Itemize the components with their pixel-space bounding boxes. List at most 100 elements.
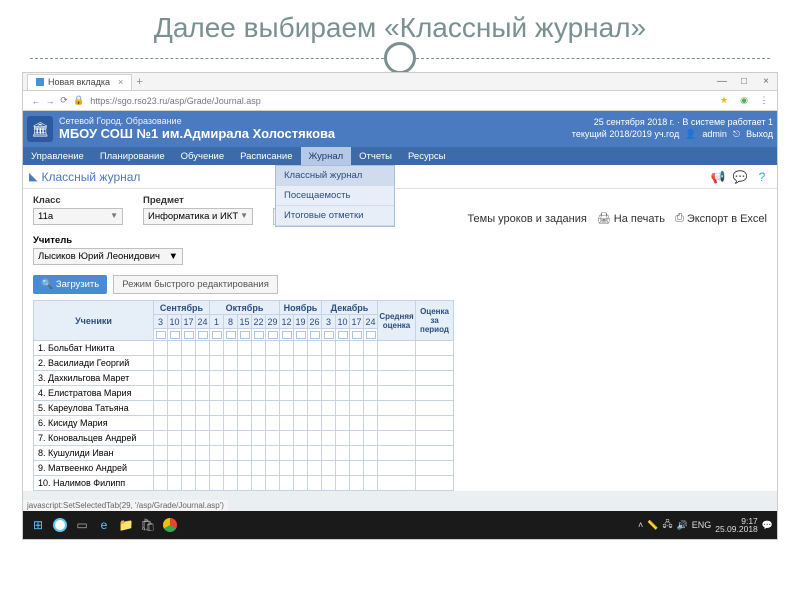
dropdown-final-marks[interactable]: Итоговые отметки	[276, 206, 394, 226]
export-excel-button[interactable]: ⎙Экспорт в Excel	[675, 212, 767, 225]
language-indicator[interactable]: ENG	[692, 520, 712, 530]
grade-cell[interactable]	[224, 401, 238, 416]
messages-icon[interactable]: 💬	[731, 169, 749, 185]
grade-cell[interactable]	[350, 431, 364, 446]
grade-cell[interactable]	[182, 341, 196, 356]
grade-cell[interactable]	[196, 371, 210, 386]
day-header[interactable]: 22	[252, 315, 266, 329]
grade-cell[interactable]	[336, 446, 350, 461]
day-checkbox[interactable]	[280, 329, 294, 341]
grade-cell[interactable]	[210, 341, 224, 356]
grade-cell[interactable]	[182, 431, 196, 446]
grade-cell[interactable]	[350, 356, 364, 371]
explorer-icon[interactable]: 📁	[115, 514, 137, 536]
grade-cell[interactable]	[252, 461, 266, 476]
grade-cell[interactable]	[196, 401, 210, 416]
grade-cell[interactable]	[322, 431, 336, 446]
exit-link[interactable]: Выход	[746, 129, 773, 141]
grade-cell[interactable]	[322, 356, 336, 371]
grade-cell[interactable]	[196, 461, 210, 476]
student-name[interactable]: 4. Елистратова Мария	[34, 386, 154, 401]
grade-cell[interactable]	[168, 461, 182, 476]
grade-cell[interactable]	[182, 476, 196, 491]
grade-cell[interactable]	[308, 461, 322, 476]
nav-item-planning[interactable]: Планирование	[92, 147, 173, 165]
tray-network-icon[interactable]: 🖧	[662, 517, 672, 533]
day-checkbox[interactable]	[210, 329, 224, 341]
grade-cell[interactable]	[182, 371, 196, 386]
tray-ruler-icon[interactable]: 📏	[647, 520, 658, 531]
grade-cell[interactable]	[336, 416, 350, 431]
grade-cell[interactable]	[210, 356, 224, 371]
grade-cell[interactable]	[266, 356, 280, 371]
grade-cell[interactable]	[252, 386, 266, 401]
grade-cell[interactable]	[266, 476, 280, 491]
day-header[interactable]: 17	[350, 315, 364, 329]
grade-cell[interactable]	[238, 386, 252, 401]
grade-cell[interactable]	[168, 371, 182, 386]
day-checkbox[interactable]	[294, 329, 308, 341]
close-tab-icon[interactable]: ×	[118, 77, 123, 87]
teacher-select[interactable]: Лысиков Юрий Леонидович▼	[33, 248, 183, 265]
grade-cell[interactable]	[154, 476, 168, 491]
student-name[interactable]: 5. Кареулова Татьяна	[34, 401, 154, 416]
grade-cell[interactable]	[364, 431, 378, 446]
grade-cell[interactable]	[266, 341, 280, 356]
day-header[interactable]: 10	[168, 315, 182, 329]
day-header[interactable]: 17	[182, 315, 196, 329]
grade-cell[interactable]	[308, 386, 322, 401]
grade-cell[interactable]	[308, 371, 322, 386]
grade-cell[interactable]	[336, 371, 350, 386]
grade-cell[interactable]	[196, 446, 210, 461]
grade-cell[interactable]	[196, 341, 210, 356]
day-checkbox[interactable]	[350, 329, 364, 341]
grade-cell[interactable]	[336, 341, 350, 356]
grade-cell[interactable]	[322, 416, 336, 431]
grade-cell[interactable]	[224, 446, 238, 461]
subject-select[interactable]: Информатика и ИКТ▼	[143, 208, 253, 225]
grade-cell[interactable]	[280, 461, 294, 476]
grade-cell[interactable]	[238, 446, 252, 461]
grade-cell[interactable]	[280, 401, 294, 416]
day-checkbox[interactable]	[238, 329, 252, 341]
grade-cell[interactable]	[252, 446, 266, 461]
class-select[interactable]: 11а▼	[33, 208, 123, 225]
day-header[interactable]: 24	[196, 315, 210, 329]
grade-cell[interactable]	[238, 401, 252, 416]
tray-sound-icon[interactable]: 🔊	[677, 520, 688, 531]
maximize-button[interactable]: □	[733, 76, 755, 87]
nav-item-management[interactable]: Управление	[23, 147, 92, 165]
grade-cell[interactable]	[224, 461, 238, 476]
grade-cell[interactable]	[294, 341, 308, 356]
star-icon[interactable]: ★	[717, 95, 731, 106]
forward-icon[interactable]: →	[43, 96, 57, 106]
grade-cell[interactable]	[336, 476, 350, 491]
grade-cell[interactable]	[294, 371, 308, 386]
grade-cell[interactable]	[238, 416, 252, 431]
grade-cell[interactable]	[266, 461, 280, 476]
grade-cell[interactable]	[336, 431, 350, 446]
grade-cell[interactable]	[238, 371, 252, 386]
grade-cell[interactable]	[238, 476, 252, 491]
grade-cell[interactable]	[154, 386, 168, 401]
grade-cell[interactable]	[280, 446, 294, 461]
day-header[interactable]: 1	[210, 315, 224, 329]
grade-cell[interactable]	[350, 401, 364, 416]
grade-cell[interactable]	[154, 341, 168, 356]
grade-cell[interactable]	[182, 386, 196, 401]
grade-cell[interactable]	[154, 416, 168, 431]
grade-cell[interactable]	[266, 401, 280, 416]
dropdown-attendance[interactable]: Посещаемость	[276, 186, 394, 206]
grade-cell[interactable]	[294, 401, 308, 416]
browser-tab[interactable]: Новая вкладка ×	[27, 74, 132, 90]
grade-cell[interactable]	[182, 401, 196, 416]
cortana-icon[interactable]	[49, 514, 71, 536]
grade-cell[interactable]	[294, 431, 308, 446]
student-name[interactable]: 7. Коновальцев Андрей	[34, 431, 154, 446]
grade-cell[interactable]	[364, 446, 378, 461]
taskbar-clock[interactable]: 9:17 25.09.2018	[715, 517, 758, 534]
reload-icon[interactable]: ⟳	[57, 95, 71, 106]
grade-cell[interactable]	[350, 386, 364, 401]
grade-cell[interactable]	[154, 431, 168, 446]
grade-cell[interactable]	[210, 371, 224, 386]
